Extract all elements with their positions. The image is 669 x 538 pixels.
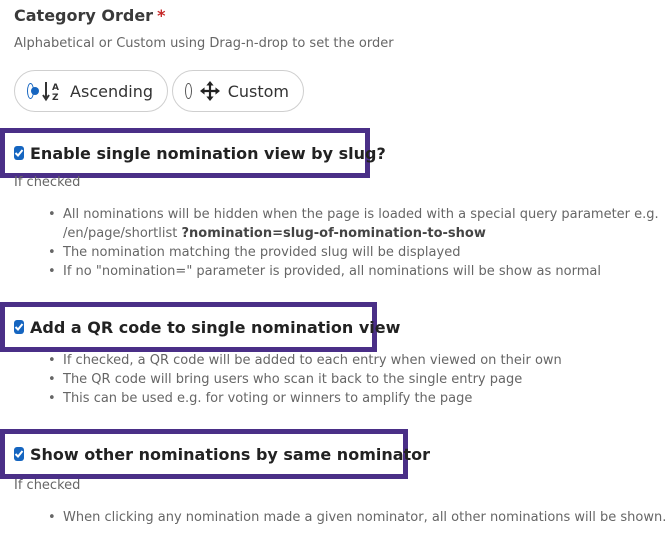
category-order-title: Category Order * xyxy=(14,6,166,25)
list-item: When clicking any nomination made a give… xyxy=(48,508,666,527)
checkmark-icon xyxy=(14,450,24,458)
qr-code-highlight: Add a QR code to single nomination view xyxy=(0,302,400,352)
svg-text:Z: Z xyxy=(52,93,59,102)
query-parameter-example: ?nomination=slug-of-nomination-to-show xyxy=(181,226,486,241)
qr-code-bullets: If checked, a QR code will be added to e… xyxy=(48,351,562,408)
qr-code-checkbox[interactable] xyxy=(14,320,24,334)
radio-button-ascending[interactable] xyxy=(27,83,40,99)
category-order-description: Alphabetical or Custom using Drag-n-drop… xyxy=(14,36,394,51)
radio-label-ascending: Ascending xyxy=(70,81,153,101)
sort-alpha-down-icon: A Z xyxy=(42,80,62,102)
svg-text:A: A xyxy=(52,83,59,93)
single-view-helper: If checked xyxy=(14,175,81,190)
other-nominations-highlight: Show other nominations by same nominator xyxy=(0,429,430,479)
single-view-highlight: Enable single nomination view by slug? xyxy=(0,128,386,178)
other-nominations-checkbox[interactable] xyxy=(14,447,24,461)
radio-option-ascending[interactable]: A Z Ascending xyxy=(14,70,168,112)
qr-code-label[interactable]: Add a QR code to single nomination view xyxy=(30,318,400,337)
radio-option-custom[interactable]: Custom xyxy=(172,70,304,112)
other-nominations-label[interactable]: Show other nominations by same nominator xyxy=(30,445,430,464)
single-view-checkbox[interactable] xyxy=(14,146,24,160)
radio-button-custom[interactable] xyxy=(185,83,192,99)
move-arrows-icon xyxy=(199,80,220,102)
list-item: The nomination matching the provided slu… xyxy=(48,243,659,262)
required-mark: * xyxy=(157,6,166,25)
radio-label-custom: Custom xyxy=(227,81,289,101)
list-item: This can be used e.g. for voting or winn… xyxy=(48,389,562,408)
list-item: If checked, a QR code will be added to e… xyxy=(48,351,562,370)
checkmark-icon xyxy=(14,323,24,331)
single-view-label[interactable]: Enable single nomination view by slug? xyxy=(30,144,386,163)
other-nominations-bullets: When clicking any nomination made a give… xyxy=(48,508,666,527)
list-item: All nominations will be hidden when the … xyxy=(48,205,659,243)
list-item: If no "nomination=" parameter is provide… xyxy=(48,262,659,281)
list-item: The QR code will bring users who scan it… xyxy=(48,370,562,389)
other-nominations-helper: If checked xyxy=(14,478,81,493)
checkmark-icon xyxy=(14,149,24,157)
category-order-radio-group: A Z Ascending Custom xyxy=(14,70,304,112)
single-view-bullets: All nominations will be hidden when the … xyxy=(48,205,659,281)
